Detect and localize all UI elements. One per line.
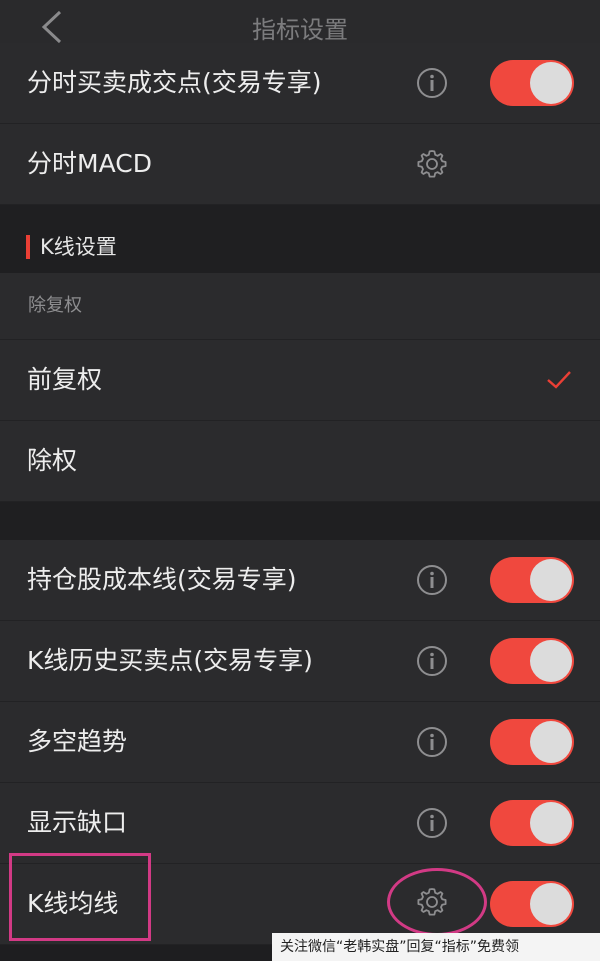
setting-row-intraday-trade-points: 分时买卖成交点(交易专享) [0,43,600,124]
option-label: 前复权 [27,365,103,394]
watermark-banner: 关注微信“老韩实盘”回复“指标”免费领 [272,933,600,961]
annotation-rectangle [9,853,151,941]
section-accent-bar [26,235,30,259]
setting-label: K线历史买卖点(交易专享) [27,646,313,675]
section-header-kline: K线设置 [0,205,600,273]
setting-label: 分时买卖成交点(交易专享) [27,68,322,97]
info-icon[interactable] [416,564,448,596]
toggle-switch[interactable] [490,638,574,684]
page-title: 指标设置 [252,16,348,44]
setting-row-long-short-trend: 多空趋势 [0,702,600,783]
toggle-knob [530,62,572,104]
toggle-switch[interactable] [490,60,574,106]
setting-row-show-gaps: 显示缺口 [0,783,600,864]
option-ex-rights[interactable]: 除权 [0,421,600,502]
toggle-switch[interactable] [490,557,574,603]
toggle-switch[interactable] [490,719,574,765]
gear-icon[interactable] [416,148,448,180]
setting-label: 显示缺口 [27,808,128,837]
option-label: 除权 [27,446,78,475]
section-divider [0,502,600,540]
annotation-ellipse [387,868,487,936]
setting-label: 多空趋势 [27,727,128,756]
section-title: K线设置 [40,235,117,259]
info-icon[interactable] [416,67,448,99]
info-icon[interactable] [416,645,448,677]
checkmark-icon [547,371,571,389]
info-icon[interactable] [416,807,448,839]
setting-label: 持仓股成本线(交易专享) [27,565,297,594]
toggle-knob [530,802,572,844]
subheader-label: 除复权 [28,295,82,316]
toggle-knob [530,721,572,763]
toggle-switch[interactable] [490,800,574,846]
toggle-knob [530,559,572,601]
toggle-knob [530,883,572,925]
option-forward-adjust[interactable]: 前复权 [0,340,600,421]
toggle-knob [530,640,572,682]
setting-label: 分时MACD [27,149,152,178]
setting-row-intraday-macd: 分时MACD [0,124,600,205]
setting-row-position-cost-line: 持仓股成本线(交易专享) [0,540,600,621]
toggle-switch[interactable] [490,881,574,927]
setting-row-kline-history-points: K线历史买卖点(交易专享) [0,621,600,702]
subheader-adjust: 除复权 [0,273,600,340]
info-icon[interactable] [416,726,448,758]
